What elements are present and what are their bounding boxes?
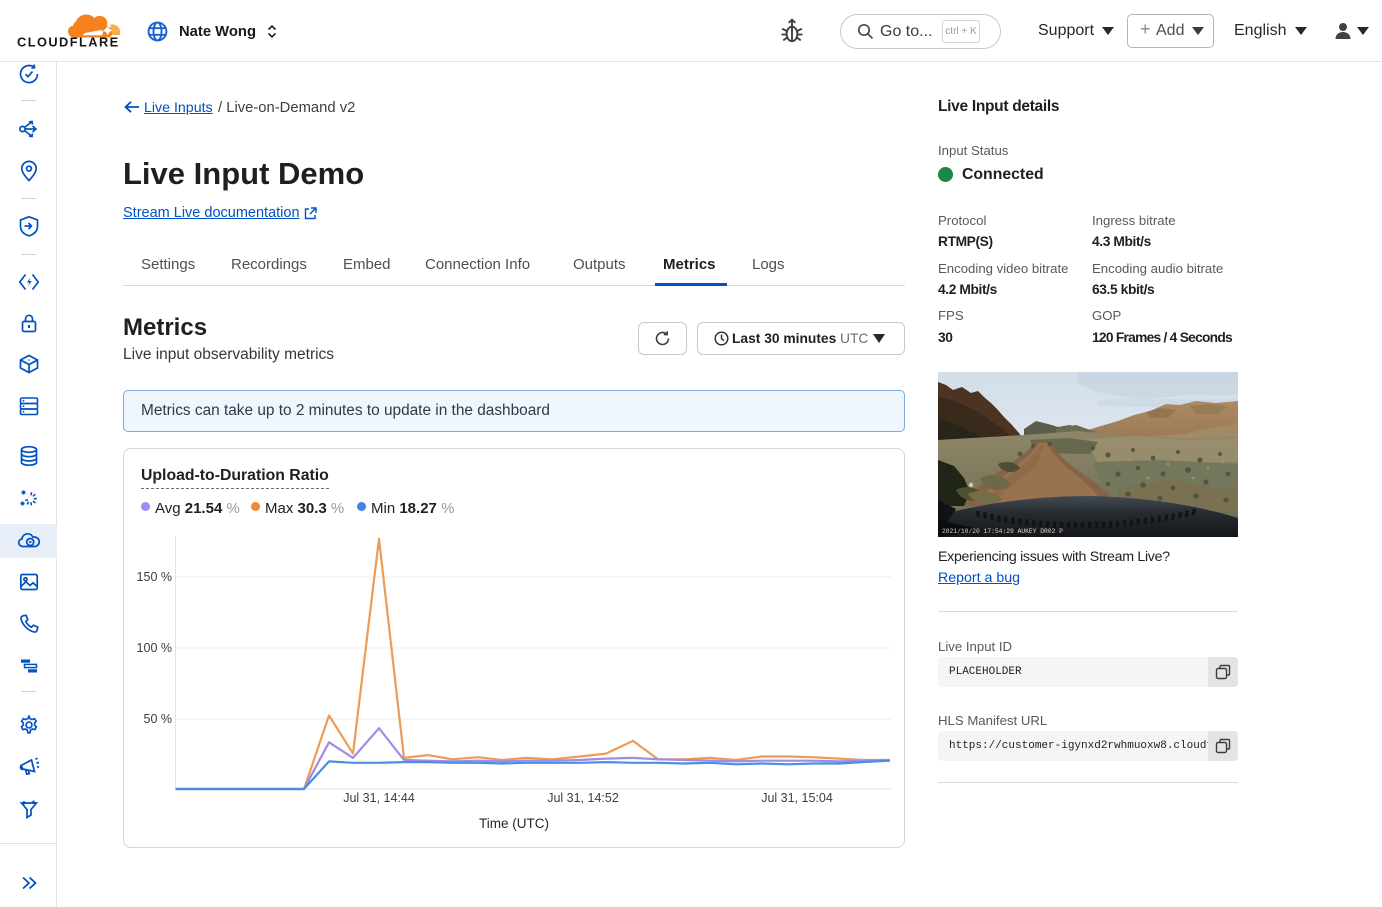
svg-text:CLOUDFLARE: CLOUDFLARE	[17, 35, 120, 50]
svg-text:100 %: 100 %	[137, 641, 172, 655]
svg-text:50 %: 50 %	[144, 712, 173, 726]
svg-text:Jul 31, 14:44: Jul 31, 14:44	[343, 791, 415, 805]
svg-text:Time (UTC): Time (UTC)	[479, 816, 549, 831]
svg-text:Jul 31, 14:52: Jul 31, 14:52	[547, 791, 619, 805]
svg-text:150 %: 150 %	[137, 570, 172, 584]
svg-text:2021/10/20 17:54:29 AUKEY DR02: 2021/10/20 17:54:29 AUKEY DR02 P	[942, 528, 1063, 535]
svg-text:Jul 31, 15:04: Jul 31, 15:04	[761, 791, 833, 805]
